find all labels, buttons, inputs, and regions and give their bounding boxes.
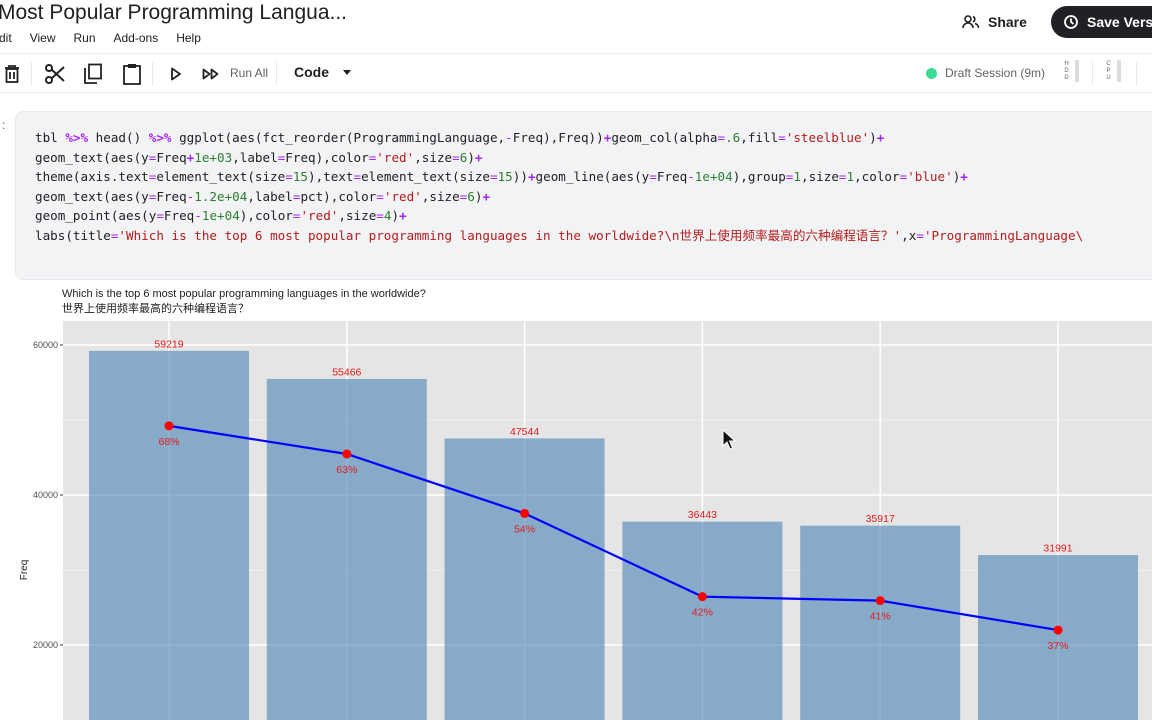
pct-point [875,596,885,606]
y-tick-label: 20000 [33,640,58,650]
notebook-toolbar: Run All Code Draft Session (9m) HDD CPU [0,53,1152,93]
toolbar-divider [1092,62,1093,86]
clipboard-icon [123,64,141,85]
y-tick-label: 60000 [33,340,58,350]
mouse-cursor-icon [722,429,736,450]
scissors-icon [45,64,65,84]
menu-run[interactable]: Run [73,31,95,45]
bar [622,521,783,720]
save-version-button[interactable]: Save Version [1051,6,1152,38]
pct-label: 42% [692,607,713,619]
bar [444,438,605,720]
menu-edit[interactable]: dit [0,31,12,45]
trash-icon [5,65,19,83]
session-status[interactable]: Draft Session (9m) [926,66,1045,80]
bar-value-label: 59219 [154,338,183,350]
notebook-header: Most Popular Programming Langua... dit V… [0,0,1152,52]
y-axis-label: Freq [19,560,30,581]
share-button[interactable]: Share [962,8,1027,36]
cpu-label: CPU [1106,60,1111,81]
bar-value-label: 55466 [332,367,361,379]
plot-subtitle: 世界上使用频率最高的六种编程语言？ [62,302,249,315]
history-icon [1064,15,1078,29]
toolbar-divider [1136,62,1137,86]
code-line: geom_text(aes(y=Freq+1e+03,label=Freq),c… [35,149,483,165]
fast-forward-icon [202,68,219,80]
play-icon [171,67,181,81]
pct-point [1053,625,1063,635]
pct-point [520,508,530,518]
caret-down-icon [343,69,351,75]
run-all-button[interactable]: Run All [230,66,268,80]
bar [978,555,1138,720]
hdd-meter: HDD [1064,60,1079,82]
run-cell-button[interactable] [164,62,188,86]
y-tick-label: 40000 [33,490,58,500]
copy-icon [84,63,102,84]
code-line: tbl %>% head() %>% ggplot(aes(fct_reorde… [35,130,885,145]
code-line: geom_text(aes(y=Freq-1.2e+04,label=pct),… [35,188,491,204]
toolbar-divider [31,62,32,86]
pct-label: 63% [336,464,357,476]
copy-cell-button[interactable] [81,62,105,86]
toolbar-divider [276,62,277,86]
bar-value-label: 35917 [866,513,895,525]
delete-cell-button[interactable] [0,62,24,86]
cell-type-value: Code [294,64,329,80]
code-editor[interactable]: tbl %>% head() %>% ggplot(aes(fct_reorde… [35,128,1083,245]
cut-cell-button[interactable] [43,62,67,86]
pct-label: 41% [870,611,891,623]
share-users-icon [962,15,980,29]
toolbar-divider [152,62,153,86]
code-line: labs(title='Which is the top 6 most popu… [35,227,1084,243]
cell-type-select[interactable]: Code [294,64,351,80]
cpu-usage-bar [1117,60,1121,82]
hdd-label: HDD [1064,60,1069,81]
pct-label: 68% [158,436,179,448]
pct-point [164,421,174,431]
share-label: Share [988,14,1027,30]
pct-label: 54% [514,523,535,535]
cell-drag-handle[interactable]: : [2,118,5,132]
code-line: geom_point(aes(y=Freq-1e+04),color='red'… [35,208,407,223]
bar [266,379,427,720]
save-version-label: Save Version [1087,14,1152,30]
paste-cell-button[interactable] [120,62,144,86]
bar [800,525,961,720]
menu-help[interactable]: Help [176,31,201,45]
menu-add-ons[interactable]: Add-ons [114,31,159,45]
bar [89,350,249,720]
bar-chart: 20000 40000 60000 59219 55466 47544 36443 35917… [19,321,1152,720]
pct-point [342,449,352,459]
run-all-icon-button[interactable] [199,62,223,86]
bar-value-label: 31991 [1043,543,1072,555]
session-label: Draft Session (9m) [945,66,1046,80]
notebook-title[interactable]: Most Popular Programming Langua... [0,1,347,25]
menu-bar: dit View Run Add-ons Help [0,31,219,45]
pct-point [697,592,707,602]
code-line: theme(axis.text=element_text(size=15),te… [35,169,968,184]
cpu-meter: CPU [1106,60,1121,82]
bar-value-label: 47544 [510,426,539,438]
session-status-dot [926,67,937,79]
hdd-usage-bar [1075,60,1079,82]
pct-label: 37% [1047,640,1068,652]
plot-title-block: Which is the top 6 most popular programm… [62,287,426,316]
menu-view[interactable]: View [30,31,56,45]
bar-value-label: 36443 [688,509,717,521]
plot-title: Which is the top 6 most popular programm… [62,288,426,300]
